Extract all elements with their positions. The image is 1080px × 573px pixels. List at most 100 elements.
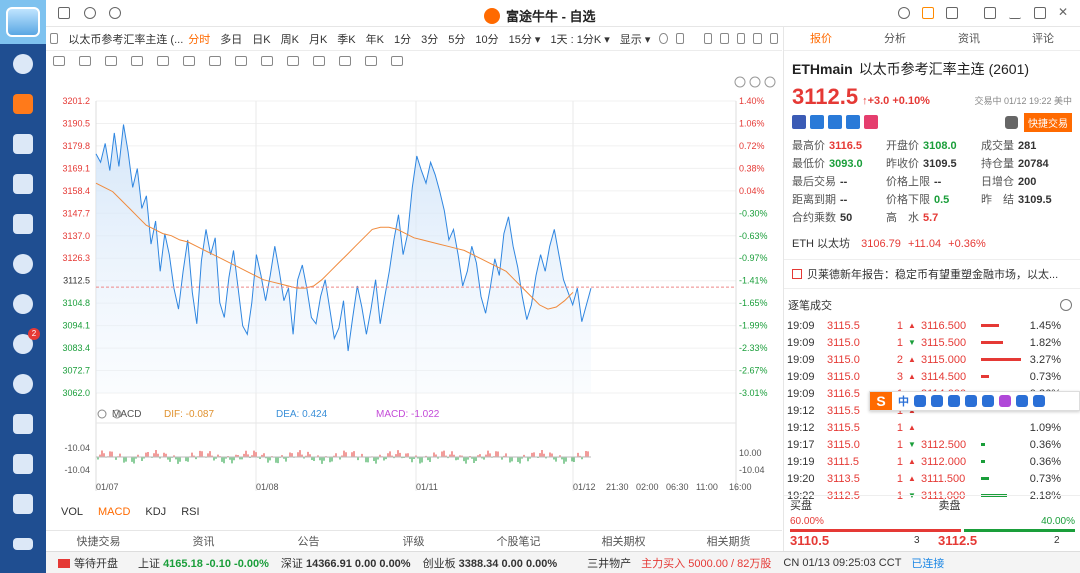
bottom-tab[interactable]: 公告 [256,533,361,549]
nav-watchlist-icon[interactable] [0,164,46,204]
nav-document-icon[interactable] [0,484,46,524]
nav-discover-icon[interactable] [0,364,46,404]
gift-icon[interactable] [922,7,934,19]
price-alert-bell-icon[interactable] [1005,115,1018,129]
period-tab[interactable]: 15分 ▾ [509,31,541,47]
period-tab[interactable]: 多日 [220,31,242,47]
headset-icon[interactable] [898,7,910,19]
promo-stock[interactable]: 三井物产 [587,555,631,571]
expand-icon[interactable] [753,33,762,44]
eth-row[interactable]: ETH 以太坊 3106.79 +11.04 +0.36% [792,235,1072,251]
nav-message-icon[interactable]: 2 [0,324,46,364]
gear-tool-icon[interactable] [391,56,403,66]
line-tool-icon[interactable] [79,56,91,66]
indicator-tab-rsi[interactable]: RSI [181,506,199,518]
news-banner[interactable]: 贝莱德新年报告：稳定币有望重塑金融市场，以太... [784,259,1080,289]
magnet-tool-icon[interactable] [261,56,273,66]
nav-quote-icon[interactable] [0,84,46,124]
camera-icon[interactable] [704,33,713,44]
indicator-tab-kdj[interactable]: KDJ [145,506,166,518]
index-sz[interactable]: 深证 14366.91 0.00 0.00% [281,555,411,571]
crosshair-tool-icon[interactable] [53,56,65,66]
period-tab[interactable]: 显示 ▾ [620,31,651,47]
chart-icon[interactable] [846,115,860,129]
ime-punct-icon[interactable] [914,395,926,407]
period-tab[interactable]: 10分 [475,31,498,47]
bottom-tab[interactable]: 快捷交易 [46,533,151,549]
fib-tool-icon[interactable] [157,56,169,66]
quote-tab[interactable]: 报价 [784,27,858,50]
share-icon[interactable] [720,33,729,44]
price-chart[interactable]: 3201.2 1.40% 3190.5 1.06% 3179.8 0.72% 3169.1 0… [46,71,782,499]
nav-pie-icon[interactable] [0,244,46,284]
lightning-icon[interactable] [810,115,824,129]
period-tab[interactable]: 3分 [421,31,438,47]
text-tool-icon[interactable] [209,56,221,66]
period-tab[interactable]: 1分 [394,31,411,47]
nav-menu-icon[interactable] [0,524,46,564]
ime-grid-icon[interactable] [1016,395,1028,407]
sidebar-toggle-icon[interactable] [50,33,59,44]
bottom-tab[interactable]: 资讯 [151,533,256,549]
ime-lang[interactable]: 中 [898,393,909,409]
indicator-tab-macd[interactable]: MACD [98,506,130,518]
index-cyb[interactable]: 创业板 3388.34 0.00 0.00% [423,555,558,571]
restore-icon[interactable] [1034,7,1046,19]
ime-emoji-icon[interactable] [931,395,943,407]
app-logo[interactable] [0,0,46,44]
ime-user-icon[interactable] [982,395,994,407]
hide-tool-icon[interactable] [313,56,325,66]
nav-trend-icon[interactable] [0,124,46,164]
edit-icon[interactable] [736,33,746,44]
quote-tab[interactable]: 分析 [858,27,932,50]
ime-skin-icon[interactable] [999,395,1011,407]
nav-code-icon[interactable] [0,444,46,484]
stock-selector[interactable]: 以太币参考汇率主连 (... [68,31,183,47]
period-tab[interactable]: 1天 : 1分K ▾ [550,31,609,47]
link-tool-icon[interactable] [365,56,377,66]
period-tab[interactable]: 季K [337,31,355,47]
quick-trade-button[interactable]: 快捷交易 [1024,112,1072,132]
close-icon[interactable]: ✕ [1058,5,1070,19]
lock-tool-icon[interactable] [287,56,299,66]
nav-exchange-icon[interactable] [0,284,46,324]
nav-funnel-icon[interactable] [0,204,46,244]
index-sh[interactable]: 上证 4165.18 -0.10 -0.00% [138,555,269,571]
minimize-icon[interactable] [1009,7,1021,19]
arrow-tool-icon[interactable] [183,56,195,66]
bottom-tab[interactable]: 相关期权 [571,533,676,549]
search-icon[interactable] [109,7,121,19]
nav-user-icon[interactable] [0,44,46,84]
bottom-tab[interactable]: 评级 [361,533,466,549]
ime-keyboard-icon[interactable] [965,395,977,407]
period-tab[interactable]: 5分 [448,31,465,47]
ime-toolbar[interactable]: S 中 [869,391,1080,411]
bottom-tab[interactable]: 个股笔记 [466,533,571,549]
layout-icon[interactable] [58,7,70,19]
period-tab[interactable]: 日K [252,31,270,47]
rect-tool-icon[interactable] [105,56,117,66]
quote-tab[interactable]: 评论 [1006,27,1080,50]
more-icon[interactable] [1060,299,1072,311]
nav-game-icon[interactable] [0,404,46,444]
wave-tool-icon[interactable] [131,56,143,66]
period-tab[interactable]: 年K [366,31,384,47]
settings-icon[interactable] [659,33,668,44]
shirt-icon[interactable] [946,7,958,19]
market-status[interactable]: 等待开盘 [58,555,118,571]
indicator-tab-vol[interactable]: VOL [61,506,83,518]
delete-tool-icon[interactable] [339,56,351,66]
bell-icon[interactable] [84,7,96,19]
bottom-tab[interactable]: 相关期货 [676,533,781,549]
chart-svg[interactable]: 3201.2 1.40% 3190.5 1.06% 3179.8 0.72% 3169.1 0… [46,71,782,499]
panel-icon[interactable] [769,33,778,44]
shrink-icon[interactable] [984,7,996,19]
favorite-heart-icon[interactable] [864,115,878,129]
period-tab[interactable]: 周K [281,31,299,47]
period-tab[interactable]: 分时 [188,31,210,47]
period-tab[interactable]: 月K [309,31,327,47]
checkbox-icon[interactable] [675,33,685,44]
ime-voice-icon[interactable] [948,395,960,407]
quote-tab[interactable]: 资讯 [932,27,1006,50]
alert-icon[interactable] [828,115,842,129]
